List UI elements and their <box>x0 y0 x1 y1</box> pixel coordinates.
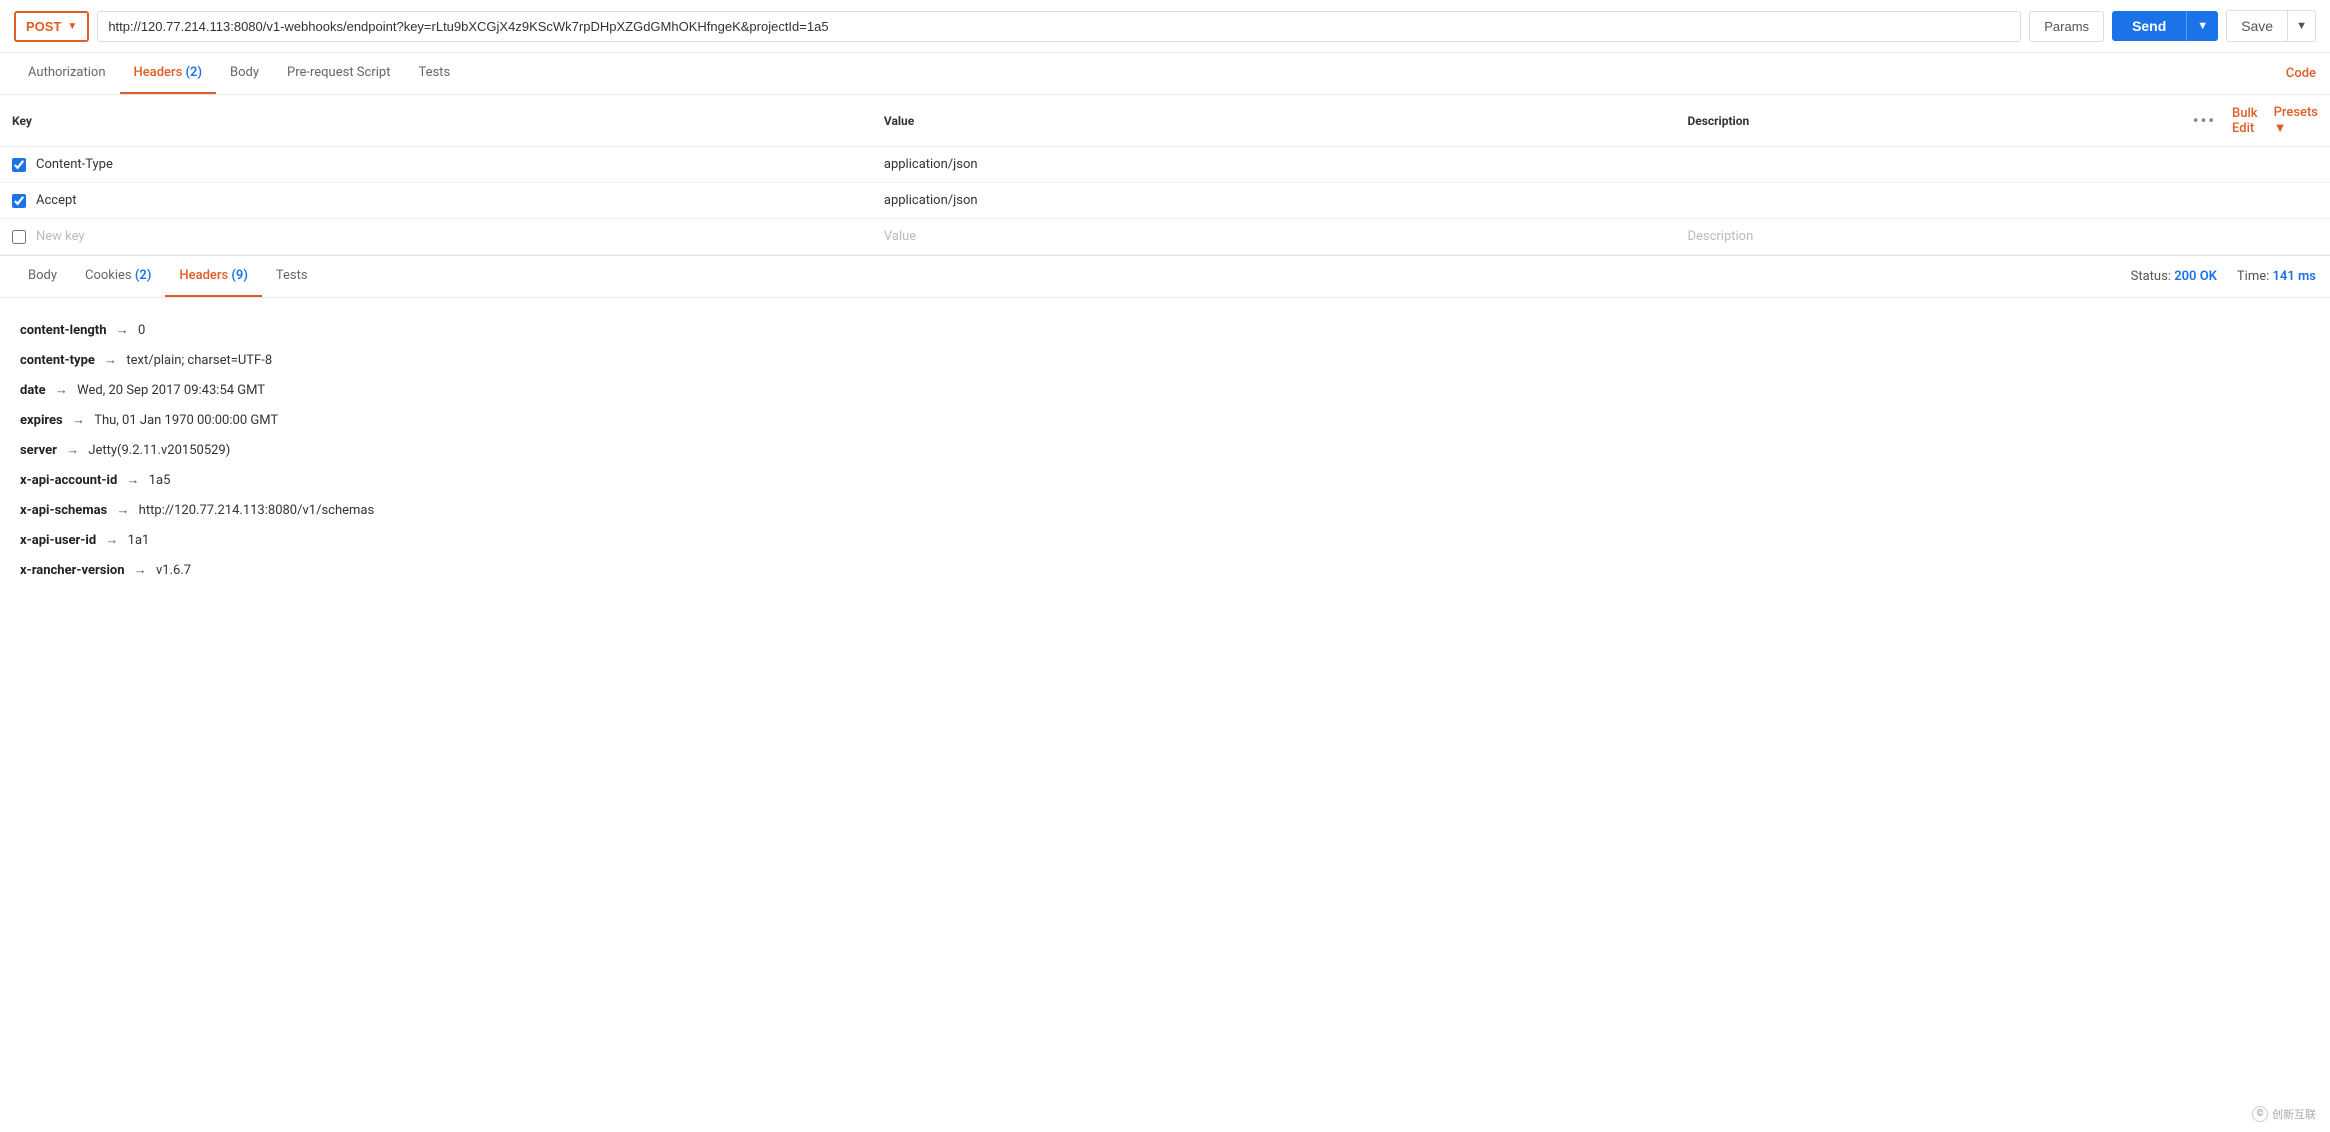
send-button[interactable]: Send <box>2112 11 2186 41</box>
resp-header-key-8: x-rancher-version <box>20 563 125 578</box>
resp-arrow-3: → <box>69 413 88 428</box>
resp-arrow-4: → <box>63 443 82 458</box>
resp-header-row: x-api-account-id → 1a5 <box>20 468 2310 494</box>
col-header-actions: ••• Bulk Edit Presets ▼ <box>2181 95 2330 147</box>
resp-arrow-5: → <box>123 473 142 488</box>
new-value-placeholder: Value <box>884 229 916 244</box>
resp-arrow-7: → <box>102 533 121 548</box>
resp-header-key-3: expires <box>20 413 63 428</box>
resp-tab-headers[interactable]: Headers (9) <box>165 256 262 297</box>
top-bar: POST ▼ Params Send ▼ Save ▼ <box>0 0 2330 53</box>
resp-headers-badge: (9) <box>231 268 248 283</box>
new-key-placeholder: New key <box>36 229 85 244</box>
resp-header-key-7: x-api-user-id <box>20 533 96 548</box>
time-label: Time: 141 ms <box>2237 269 2316 284</box>
resp-tab-body[interactable]: Body <box>14 256 71 297</box>
tab-headers[interactable]: Headers (2) <box>120 53 217 94</box>
resp-header-row: server → Jetty(9.2.11.v20150529) <box>20 438 2310 464</box>
watermark-icon: © <box>2252 1106 2268 1122</box>
response-body: content-length → 0 content-type → text/pl… <box>0 298 2330 608</box>
watermark: © 创新互联 <box>2252 1106 2316 1122</box>
method-label: POST <box>26 19 61 34</box>
resp-header-value-4: Jetty(9.2.11.v20150529) <box>88 443 230 458</box>
resp-tab-tests[interactable]: Tests <box>262 256 322 297</box>
url-input[interactable] <box>97 11 2021 42</box>
resp-arrow-0: → <box>112 323 131 338</box>
bulk-edit-link[interactable]: Bulk Edit <box>2232 106 2258 136</box>
method-chevron: ▼ <box>67 21 77 32</box>
table-row: Accept application/json <box>0 183 2330 219</box>
status-value: 200 OK <box>2174 269 2217 284</box>
presets-link[interactable]: Presets ▼ <box>2274 105 2318 136</box>
new-header-row: New key Value Description <box>0 219 2330 255</box>
headers-badge: (2) <box>186 65 203 80</box>
table-row: Content-Type application/json <box>0 147 2330 183</box>
row-checkbox-1[interactable] <box>12 194 26 208</box>
resp-header-value-8: v1.6.7 <box>156 563 191 578</box>
new-desc-placeholder: Description <box>1687 229 1753 244</box>
resp-arrow-2: → <box>52 383 71 398</box>
resp-header-key-5: x-api-account-id <box>20 473 117 488</box>
save-dropdown-button[interactable]: ▼ <box>2287 11 2315 41</box>
col-header-description: Description <box>1675 95 2180 147</box>
row-checkbox-0[interactable] <box>12 158 26 172</box>
time-value: 141 ms <box>2273 269 2317 284</box>
resp-header-key-4: server <box>20 443 57 458</box>
resp-header-value-2: Wed, 20 Sep 2017 09:43:54 GMT <box>77 383 265 398</box>
method-button[interactable]: POST ▼ <box>14 11 89 42</box>
resp-header-value-5: 1a5 <box>149 473 171 488</box>
response-tabs: Body Cookies (2) Headers (9) Tests Statu… <box>0 255 2330 298</box>
resp-header-value-7: 1a1 <box>128 533 150 548</box>
tab-prerequest[interactable]: Pre-request Script <box>273 53 404 94</box>
send-button-group: Send ▼ <box>2112 11 2218 41</box>
resp-header-row: x-api-user-id → 1a1 <box>20 528 2310 554</box>
col-header-key: Key <box>0 95 872 147</box>
resp-arrow-6: → <box>113 503 132 518</box>
row-value-0: application/json <box>884 157 978 172</box>
resp-header-row: date → Wed, 20 Sep 2017 09:43:54 GMT <box>20 378 2310 404</box>
code-link[interactable]: Code <box>2286 66 2316 81</box>
new-row-checkbox[interactable] <box>12 230 26 244</box>
row-key-0: Content-Type <box>36 157 113 172</box>
resp-header-key-2: date <box>20 383 46 398</box>
send-dropdown-button[interactable]: ▼ <box>2186 11 2218 41</box>
resp-arrow-1: → <box>101 353 120 368</box>
watermark-text: 创新互联 <box>2272 1106 2316 1122</box>
tab-authorization[interactable]: Authorization <box>14 53 120 94</box>
resp-header-key-6: x-api-schemas <box>20 503 107 518</box>
resp-arrow-8: → <box>131 563 150 578</box>
resp-header-row: content-length → 0 <box>20 318 2310 344</box>
resp-header-key-1: content-type <box>20 353 95 368</box>
status-label: Status: 200 OK <box>2131 269 2217 284</box>
tab-tests[interactable]: Tests <box>404 53 464 94</box>
save-button[interactable]: Save <box>2227 11 2287 41</box>
resp-header-row: x-rancher-version → v1.6.7 <box>20 558 2310 584</box>
row-key-1: Accept <box>36 193 77 208</box>
headers-table: Key Value Description ••• Bulk Edit Pres… <box>0 95 2330 255</box>
resp-header-value-0: 0 <box>138 323 145 338</box>
row-value-1: application/json <box>884 193 978 208</box>
col-header-value: Value <box>872 95 1676 147</box>
response-status: Status: 200 OK Time: 141 ms <box>2131 269 2316 284</box>
resp-header-row: x-api-schemas → http://120.77.214.113:80… <box>20 498 2310 524</box>
resp-header-key-0: content-length <box>20 323 106 338</box>
resp-header-value-3: Thu, 01 Jan 1970 00:00:00 GMT <box>94 413 278 428</box>
params-button[interactable]: Params <box>2029 11 2104 42</box>
cookies-badge: (2) <box>135 268 152 283</box>
tab-body[interactable]: Body <box>216 53 273 94</box>
resp-tab-cookies[interactable]: Cookies (2) <box>71 256 165 297</box>
resp-header-row: content-type → text/plain; charset=UTF-8 <box>20 348 2310 374</box>
save-button-group: Save ▼ <box>2226 10 2316 42</box>
resp-header-row: expires → Thu, 01 Jan 1970 00:00:00 GMT <box>20 408 2310 434</box>
resp-header-value-6: http://120.77.214.113:8080/v1/schemas <box>139 503 375 518</box>
resp-header-value-1: text/plain; charset=UTF-8 <box>126 353 272 368</box>
ellipsis-icon[interactable]: ••• <box>2193 111 2216 130</box>
request-tabs: Authorization Headers (2) Body Pre-reque… <box>0 53 2330 95</box>
